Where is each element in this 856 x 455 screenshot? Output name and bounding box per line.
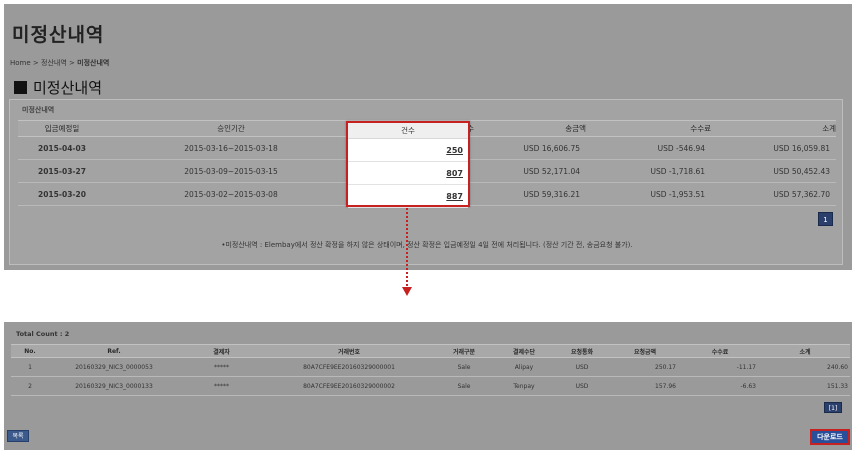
due-date-cell: 2015-03-20 [18,182,106,206]
period-cell: 2015-03-02~2015-03-08 [106,182,356,206]
period-cell: 2015-03-09~2015-03-15 [106,159,356,183]
no-cell: 1 [11,357,49,377]
section-heading: 미정산내역 [14,77,102,98]
breadcrumb-sep: > [32,59,39,67]
col-payment-method: 결제수단 [494,344,554,358]
col-request-amount: 요청금액 [610,344,680,358]
total-count: Total Count : 2 [16,330,70,338]
currency-cell: USD [554,357,610,377]
transaction-no-cell: 80A7CFE9EE20160329000001 [264,357,434,377]
fee-cell: USD -1,718.61 [586,159,711,183]
no-cell: 2 [11,376,49,396]
table-row: 2 20160329_NIC3_0000133 ***** 80A7CFE9EE… [11,376,850,396]
notice-text: •미정산내역 : Elembay에서 정산 확정을 하지 않은 상태이며, 정산… [221,241,633,249]
subtotal-cell: USD 50,452.43 [711,159,836,183]
arrow-down-icon [402,287,412,296]
col-payer: 결제자 [179,344,264,358]
arrow-connector [406,208,408,286]
detail-table: No. Ref. 결제자 거래번호 거래구분 결제수단 요청통화 요청금액 수수… [11,344,850,396]
amount-cell: USD 59,316.21 [474,182,586,206]
highlight-header: 건수 [348,123,468,139]
breadcrumb-sep: > [69,59,75,67]
count-link[interactable]: 887 [446,192,463,201]
due-date-cell: 2015-03-27 [18,159,106,183]
breadcrumb: Home > 정산내역 > 미정산내역 [10,58,109,68]
pagination-page-1[interactable]: 1 [818,212,833,226]
col-subtotal: 소계 [711,120,836,137]
breadcrumb-current: 미정산내역 [77,59,110,67]
panel-title: 미정산내역 [22,106,55,114]
square-bullet-icon [14,81,27,94]
payer-cell: ***** [179,376,264,396]
col-no: No. [11,344,49,358]
request-amount-cell: 157.96 [610,376,680,396]
highlight-row: 807 [348,162,468,185]
col-transaction-no: 거래번호 [264,344,434,358]
section-heading-text: 미정산내역 [33,79,103,97]
payment-method-cell: Alipay [494,357,554,377]
table-row: 1 20160329_NIC3_0000053 ***** 80A7CFE9EE… [11,357,850,377]
list-button[interactable]: 목록 [7,430,29,442]
col-amount: 송금액 [474,120,586,137]
breadcrumb-home[interactable]: Home [10,59,31,67]
col-transaction-type: 거래구분 [434,344,494,358]
col-subtotal: 소계 [760,344,850,358]
col-currency: 요청통화 [554,344,610,358]
highlight-row: 250 [348,139,468,162]
subtotal-cell: USD 16,059.81 [711,136,836,160]
fee-cell: USD -1,953.51 [586,182,711,206]
ref-cell: 20160329_NIC3_0000133 [49,376,179,396]
request-amount-cell: 250.17 [610,357,680,377]
transaction-type-cell: Sale [434,376,494,396]
col-period: 승인기간 [106,120,356,137]
page-title: 미정산내역 [12,24,105,46]
transaction-no-cell: 80A7CFE9EE20160329000002 [264,376,434,396]
col-fee: 수수료 [586,120,711,137]
period-cell: 2015-03-16~2015-03-18 [106,136,356,160]
col-fee: 수수료 [680,344,760,358]
count-link[interactable]: 250 [446,146,463,155]
payer-cell: ***** [179,357,264,377]
amount-cell: USD 16,606.75 [474,136,586,160]
subtotal-cell: USD 57,362.70 [711,182,836,206]
table-header-row: No. Ref. 결제자 거래번호 거래구분 결제수단 요청통화 요청금액 수수… [11,344,850,358]
payment-method-cell: Tenpay [494,376,554,396]
subtotal-cell: 151.33 [760,376,850,396]
subtotal-cell: 240.60 [760,357,850,377]
amount-cell: USD 52,171.04 [474,159,586,183]
col-ref: Ref. [49,344,179,358]
ref-cell: 20160329_NIC3_0000053 [49,357,179,377]
count-link[interactable]: 807 [446,169,463,178]
currency-cell: USD [554,376,610,396]
fee-cell: -6.63 [680,376,760,396]
pagination-page-1[interactable]: [1] [824,402,842,413]
fee-cell: USD -546.94 [586,136,711,160]
fee-cell: -11.17 [680,357,760,377]
due-date-cell: 2015-04-03 [18,136,106,160]
download-button[interactable]: 다운로드 [810,429,850,445]
highlight-row: 887 [348,185,468,208]
count-column-highlight: 건수 250 807 887 [346,121,470,208]
transaction-type-cell: Sale [434,357,494,377]
breadcrumb-settlement[interactable]: 정산내역 [41,59,67,67]
col-due-date: 입금예정일 [18,120,106,137]
